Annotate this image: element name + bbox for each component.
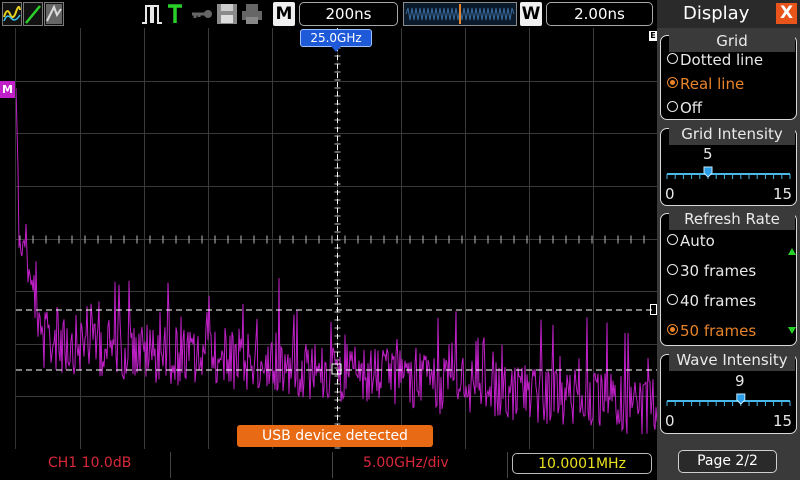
right-edge-marker: E — [649, 31, 657, 41]
channel-marker: M — [0, 81, 15, 98]
panel-header: Display X — [657, 0, 800, 28]
refresh-option-40[interactable]: 40 frames — [667, 291, 756, 311]
persistence-icon[interactable] — [44, 2, 64, 26]
trigger-pulse-icon — [140, 2, 164, 26]
channel-scale: CH1 10.0dB — [48, 455, 132, 471]
panel-title: Display — [683, 3, 750, 24]
wave-intensity-slider[interactable] — [665, 392, 792, 410]
refresh-rate-group: Refresh Rate Auto 30 frames 40 frames 50… — [660, 208, 797, 346]
grid-intensity-title: Grid Intensity — [669, 123, 795, 145]
waveform-icon[interactable] — [2, 2, 22, 26]
radio-icon — [667, 264, 678, 275]
memory-position-marker — [459, 4, 461, 24]
wave-intensity-title: Wave Intensity — [669, 349, 795, 371]
usb-notification: USB device detected — [237, 425, 433, 447]
grid-option-dotted[interactable]: Dotted line — [667, 50, 763, 70]
refresh-rate-title: Refresh Rate — [669, 208, 795, 230]
cursor-overlay — [16, 309, 657, 375]
slider-knob — [703, 166, 713, 178]
radio-icon — [667, 101, 678, 112]
grid-intensity-group[interactable]: Grid Intensity 5 0 15 — [660, 123, 797, 206]
radio-selected-icon — [667, 324, 678, 335]
close-button[interactable]: X — [776, 3, 797, 24]
top-status-bar: M 200ns W 2.00ns — [0, 0, 657, 28]
cursor-level-marker — [650, 304, 657, 315]
printer-icon[interactable] — [241, 2, 263, 26]
window-mode-indicator: W — [520, 2, 542, 26]
grid-title: Grid — [669, 30, 795, 52]
radio-selected-icon — [667, 77, 678, 88]
wave-intensity-value: 9 — [735, 372, 745, 390]
bottom-divider — [170, 452, 171, 478]
radio-icon — [667, 294, 678, 305]
trigger-t-icon — [166, 2, 184, 26]
bottom-status-bar: CH1 10.0dB 5.00GHz/div 10.0001MHz — [0, 450, 657, 480]
refresh-option-30[interactable]: 30 frames — [667, 261, 756, 281]
memory-mode-indicator: M — [273, 2, 295, 26]
radio-icon — [667, 234, 678, 245]
memory-position-bar — [403, 2, 517, 26]
wave-intensity-min: 0 — [665, 412, 675, 430]
freq-per-div: 5.00GHz/div — [363, 455, 449, 471]
radio-icon — [667, 53, 678, 64]
horizontal-center-pointer — [331, 46, 341, 52]
slider-knob — [736, 393, 746, 405]
display-menu-panel: Display X Grid Dotted line Real line Off… — [657, 0, 800, 480]
grid-intensity-min: 0 — [665, 185, 675, 203]
wave-intensity-max: 15 — [773, 412, 793, 430]
bottom-divider — [507, 452, 508, 478]
page-button[interactable]: Page 2/2 — [678, 450, 777, 473]
cursor-crosshair — [331, 363, 342, 375]
grid-option-real[interactable]: Real line — [667, 74, 744, 94]
save-disk-icon[interactable] — [216, 2, 238, 26]
fft-display-area: 25.0GHz E USB device detected — [15, 28, 657, 449]
vector-line-icon[interactable] — [23, 2, 43, 26]
refresh-option-50[interactable]: 50 frames — [667, 321, 756, 341]
wave-intensity-group[interactable]: Wave Intensity 9 0 15 — [660, 349, 797, 434]
grid-option-off[interactable]: Off — [667, 98, 702, 118]
grid-intensity-max: 15 — [773, 185, 793, 203]
grid-group: Grid Dotted line Real line Off — [660, 30, 797, 120]
refresh-option-auto[interactable]: Auto — [667, 231, 715, 251]
horizontal-center-label: 25.0GHz — [300, 29, 372, 47]
grid-intensity-slider[interactable] — [665, 165, 792, 183]
frequency-counter: 10.0001MHz — [512, 453, 652, 474]
bottom-divider — [332, 452, 333, 478]
scroll-up-icon[interactable] — [788, 248, 796, 255]
key-icon — [190, 2, 214, 26]
grid-intensity-value: 5 — [703, 145, 713, 163]
timebase-display: 200ns — [299, 2, 398, 26]
scroll-down-icon[interactable] — [788, 327, 796, 334]
window-timebase-display: 2.00ns — [546, 2, 653, 26]
